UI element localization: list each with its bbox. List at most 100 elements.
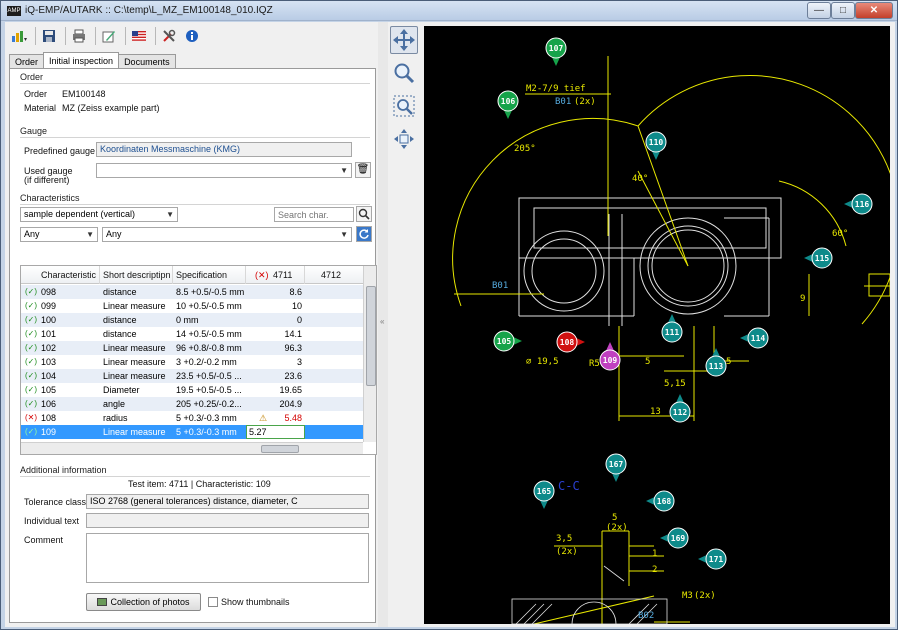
balloon-169[interactable]: 169 bbox=[660, 527, 689, 549]
balloon-165[interactable]: 165 bbox=[533, 480, 555, 509]
balloon-168[interactable]: 168 bbox=[646, 490, 675, 512]
table-row[interactable]: (✓) 101 distance 14 +0.5/-0.5 mm 14.1 bbox=[21, 327, 363, 341]
minimize-button[interactable]: — bbox=[807, 2, 831, 19]
zoom-window-icon[interactable] bbox=[390, 92, 418, 120]
edit-icon[interactable] bbox=[99, 26, 119, 46]
balloon-108[interactable]: 108 bbox=[556, 331, 585, 353]
cell-value-4711[interactable]: 0 bbox=[247, 315, 302, 325]
fit-view-icon[interactable] bbox=[390, 125, 418, 153]
cell-value-4711[interactable]: 19.65 bbox=[247, 385, 302, 395]
toolbar-separator bbox=[95, 27, 96, 45]
value-edit-cell[interactable]: 5.27 bbox=[246, 425, 305, 439]
column-header-characteristic[interactable]: Characteristic bbox=[41, 270, 96, 280]
zoom-icon[interactable] bbox=[390, 59, 418, 87]
cell-value-4711[interactable]: 14.1 bbox=[247, 329, 302, 339]
table-row[interactable]: (✓) 104 Linear measure 23.5 +0.5/-0.5 ... 23… bbox=[21, 369, 363, 383]
dim-b01-top: B01 bbox=[555, 97, 571, 107]
balloon-107[interactable]: 107 bbox=[545, 37, 567, 66]
table-row[interactable]: (✕) 108 radius 5 +0.3/-0.3 mm ⚠ 5.48 bbox=[21, 411, 363, 425]
ok-status-icon: (✓) bbox=[25, 385, 38, 394]
close-button[interactable]: ✕ bbox=[855, 2, 893, 19]
dim-13: 13 bbox=[650, 407, 661, 417]
filter-select-2[interactable]: Any ▼ bbox=[102, 227, 352, 242]
balloon-number: 169 bbox=[671, 534, 686, 543]
tab-documents[interactable]: Documents bbox=[118, 54, 176, 69]
info-icon[interactable] bbox=[182, 26, 202, 46]
show-thumbnails-checkbox[interactable] bbox=[208, 597, 218, 607]
scroll-thumb[interactable] bbox=[366, 286, 376, 386]
title-bar[interactable]: AMP iQ-EMP/AUTARK :: C:\temp\L_MZ_EM1001… bbox=[1, 1, 897, 21]
table-row[interactable]: (✓) 098 distance 8.5 +0.5/-0.5 mm 8.6 bbox=[21, 285, 363, 299]
cell-specification: 23.5 +0.5/-0.5 ... bbox=[176, 371, 242, 381]
cell-value-4711[interactable]: 5.48 bbox=[247, 413, 302, 423]
balloon-111[interactable]: 111 bbox=[661, 314, 683, 343]
balloon-number: 116 bbox=[855, 200, 870, 209]
pan-icon[interactable] bbox=[390, 26, 418, 54]
balloon-105[interactable]: 105 bbox=[493, 330, 522, 352]
balloon-116[interactable]: 116 bbox=[844, 193, 873, 215]
table-row[interactable]: (✓) 102 Linear measure 96 +0.8/-0.8 mm 96.3 bbox=[21, 341, 363, 355]
table-header: Characteristic Short descriptipn Specifi… bbox=[21, 266, 363, 284]
part-geometry bbox=[518, 197, 782, 326]
column-header-specification[interactable]: Specification bbox=[176, 270, 227, 280]
cell-value-4711[interactable]: 23.6 bbox=[247, 371, 302, 381]
tools-icon[interactable] bbox=[159, 26, 179, 46]
predefined-gauge-field: Koordinaten Messmaschine (KMG) bbox=[96, 142, 352, 157]
balloon-106[interactable]: 106 bbox=[497, 90, 519, 119]
viewer-toolbar bbox=[390, 26, 420, 158]
balloon-114[interactable]: 114 bbox=[740, 327, 769, 349]
drawing-canvas[interactable]: M2-7/9 tief B01 (2x) 205° 40° 60° B01 9 … bbox=[424, 26, 890, 624]
cell-value-4711[interactable]: 96.3 bbox=[247, 343, 302, 353]
collection-of-photos-button[interactable]: Collection of photos bbox=[86, 593, 201, 611]
table-row[interactable]: (✓) 099 Linear measure 10 +0.5/-0.5 mm 10 bbox=[21, 299, 363, 313]
column-header-short-description[interactable]: Short descriptipn bbox=[103, 270, 171, 280]
cell-value-4711[interactable]: 204.9 bbox=[247, 399, 302, 409]
tab-initial-inspection[interactable]: Initial inspection bbox=[43, 52, 120, 69]
column-header-4712[interactable]: 4712 bbox=[321, 270, 341, 280]
chart-icon[interactable] bbox=[9, 26, 29, 46]
cell-value-4711[interactable]: 10 bbox=[247, 301, 302, 311]
table-row[interactable]: (✓) 106 angle 205 +0.25/-0.2... 204.9 bbox=[21, 397, 363, 411]
characteristics-mode-select[interactable]: sample dependent (vertical) ▼ bbox=[20, 207, 178, 222]
table-row[interactable]: (✓) 105 Diameter 19.5 +0.5/-0.5 ... 19.65 bbox=[21, 383, 363, 397]
print-icon[interactable] bbox=[69, 26, 89, 46]
table-row[interactable]: (✓) 109 Linear measure 5 +0.3/-0.3 mm 5.27 bbox=[21, 425, 363, 439]
cell-short-description: Diameter bbox=[103, 385, 140, 395]
filter-select-1[interactable]: Any ▼ bbox=[20, 227, 98, 242]
individual-text-field[interactable] bbox=[86, 513, 369, 528]
balloon-109[interactable]: 109 bbox=[599, 342, 621, 371]
maximize-button[interactable]: □ bbox=[831, 2, 855, 19]
save-icon[interactable] bbox=[39, 26, 59, 46]
panel-splitter[interactable]: « bbox=[378, 22, 388, 627]
comment-field[interactable] bbox=[86, 533, 369, 583]
cell-value-4711[interactable]: 3 bbox=[247, 357, 302, 367]
cell-specification: 14 +0.5/-0.5 mm bbox=[176, 329, 242, 339]
cell-specification: 5 +0.3/-0.3 mm bbox=[176, 413, 237, 423]
flag-us-icon[interactable] bbox=[129, 26, 149, 46]
dim-diameter-19-5: ⌀ 19,5 bbox=[526, 357, 559, 367]
used-gauge-select[interactable]: ▼ bbox=[96, 163, 352, 178]
balloon-number: 109 bbox=[603, 356, 618, 365]
search-input[interactable] bbox=[274, 207, 354, 222]
horizontal-scrollbar[interactable] bbox=[21, 442, 363, 454]
ok-status-icon: (✓) bbox=[25, 427, 38, 436]
refresh-icon[interactable] bbox=[356, 226, 372, 242]
column-header-4711[interactable]: 4711 bbox=[273, 270, 292, 280]
balloon-number: 165 bbox=[537, 487, 552, 496]
scroll-thumb[interactable] bbox=[261, 445, 299, 453]
dim-angle-60: 60° bbox=[832, 229, 848, 239]
cell-specification: 5 +0.3/-0.3 mm bbox=[176, 427, 237, 437]
balloon-112[interactable]: 112 bbox=[669, 394, 691, 423]
balloon-167[interactable]: 167 bbox=[605, 453, 627, 482]
search-icon[interactable] bbox=[356, 206, 372, 222]
table-row[interactable]: (✓) 103 Linear measure 3 +0.2/-0.2 mm 3 bbox=[21, 355, 363, 369]
tab-order[interactable]: Order bbox=[9, 54, 45, 69]
vertical-scrollbar[interactable] bbox=[363, 266, 376, 442]
balloon-115[interactable]: 115 bbox=[804, 247, 833, 269]
balloon-171[interactable]: 171 bbox=[698, 548, 727, 570]
cell-value-4711[interactable]: 8.6 bbox=[247, 287, 302, 297]
section-divider bbox=[20, 476, 370, 477]
table-row[interactable]: (✓) 100 distance 0 mm 0 bbox=[21, 313, 363, 327]
trash-icon[interactable]: 🗑 bbox=[355, 162, 371, 178]
balloon-113[interactable]: 113 bbox=[705, 348, 727, 377]
